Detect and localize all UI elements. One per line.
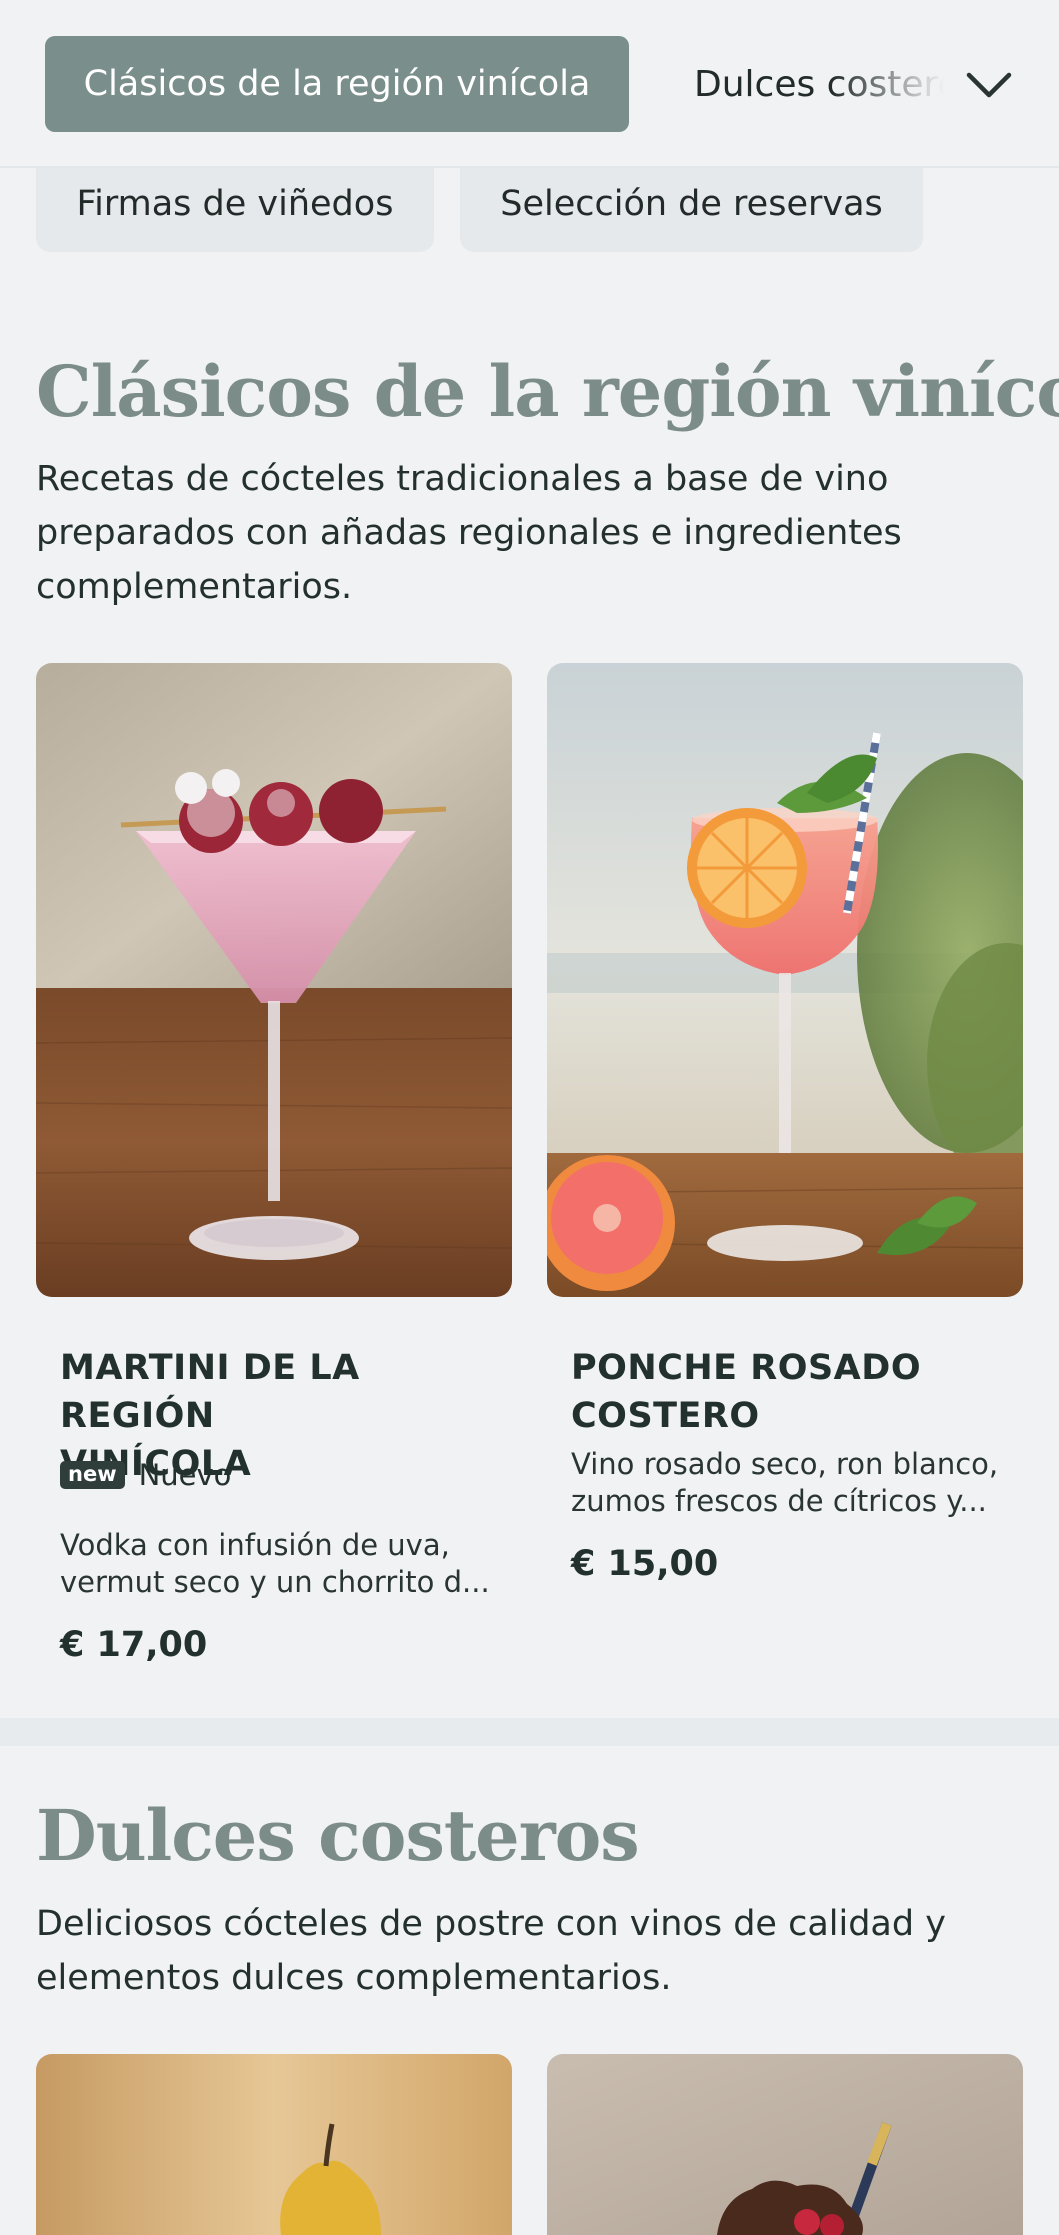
martini-cocktail-image[interactable] <box>36 663 512 1297</box>
section-divider <box>0 1718 1059 1746</box>
section-description: Deliciosos cócteles de postre con vinos … <box>36 1897 986 2005</box>
card-price: € 15,00 <box>571 1544 719 1584</box>
card-title-line: MARTINI DE LA REGIÓN <box>60 1348 360 1436</box>
section-description: Recetas de cócteles tradicionales a base… <box>36 452 986 614</box>
section-description-line: elementos dulces complementarios. <box>36 1958 672 1998</box>
section-title: Clásicos de la región vinícola <box>36 350 1059 433</box>
new-badge: new <box>60 1461 125 1489</box>
category-tab-bar: Clásicos de la región vinícola Dulces co… <box>0 0 1059 168</box>
new-badge-label: Nuevo <box>138 1458 232 1492</box>
menu-page: Clásicos de la región vinícola Dulces co… <box>0 0 1059 2235</box>
expand-categories-button[interactable] <box>954 50 1024 120</box>
card-description-line: vermut seco y un chorrito d... <box>60 1565 490 1599</box>
card-title-line: PONCHE ROSADO <box>571 1348 922 1388</box>
card-title[interactable]: PONCHE ROSADO COSTERO <box>571 1344 1011 1440</box>
tab-dulces-costeros[interactable]: Dulces costeros <box>694 36 944 132</box>
card-description-line: Vino rosado seco, ron blanco, <box>571 1447 999 1481</box>
pear-dessert-cocktail-image[interactable] <box>36 2054 512 2235</box>
section-title: Dulces costeros <box>36 1794 640 1877</box>
card-description-line: zumos frescos de cítricos y... <box>571 1484 987 1518</box>
section-description-line: Recetas de cócteles tradicionales a base… <box>36 459 889 499</box>
card-title-line: COSTERO <box>571 1396 760 1436</box>
section-description-line: Deliciosos cócteles de postre con vinos … <box>36 1904 946 1944</box>
card-description: Vino rosado seco, ron blanco, zumos fres… <box>571 1446 1001 1520</box>
card-price: € 17,00 <box>60 1625 208 1665</box>
section-description-line: preparados con añadas regionales e ingre… <box>36 513 902 553</box>
card-description-line: Vodka con infusión de uva, <box>60 1528 450 1562</box>
chocolate-dessert-cocktail-image[interactable] <box>547 2054 1023 2235</box>
chevron-down-icon <box>966 72 1012 98</box>
rose-punch-cocktail-image[interactable] <box>547 663 1023 1297</box>
section-description-line: complementarios. <box>36 567 353 607</box>
card-description: Vodka con infusión de uva, vermut seco y… <box>60 1527 490 1601</box>
tab-clasicos-region-vinicola[interactable]: Clásicos de la región vinícola <box>45 36 629 132</box>
new-badge-row: new Nuevo <box>60 1458 231 1492</box>
